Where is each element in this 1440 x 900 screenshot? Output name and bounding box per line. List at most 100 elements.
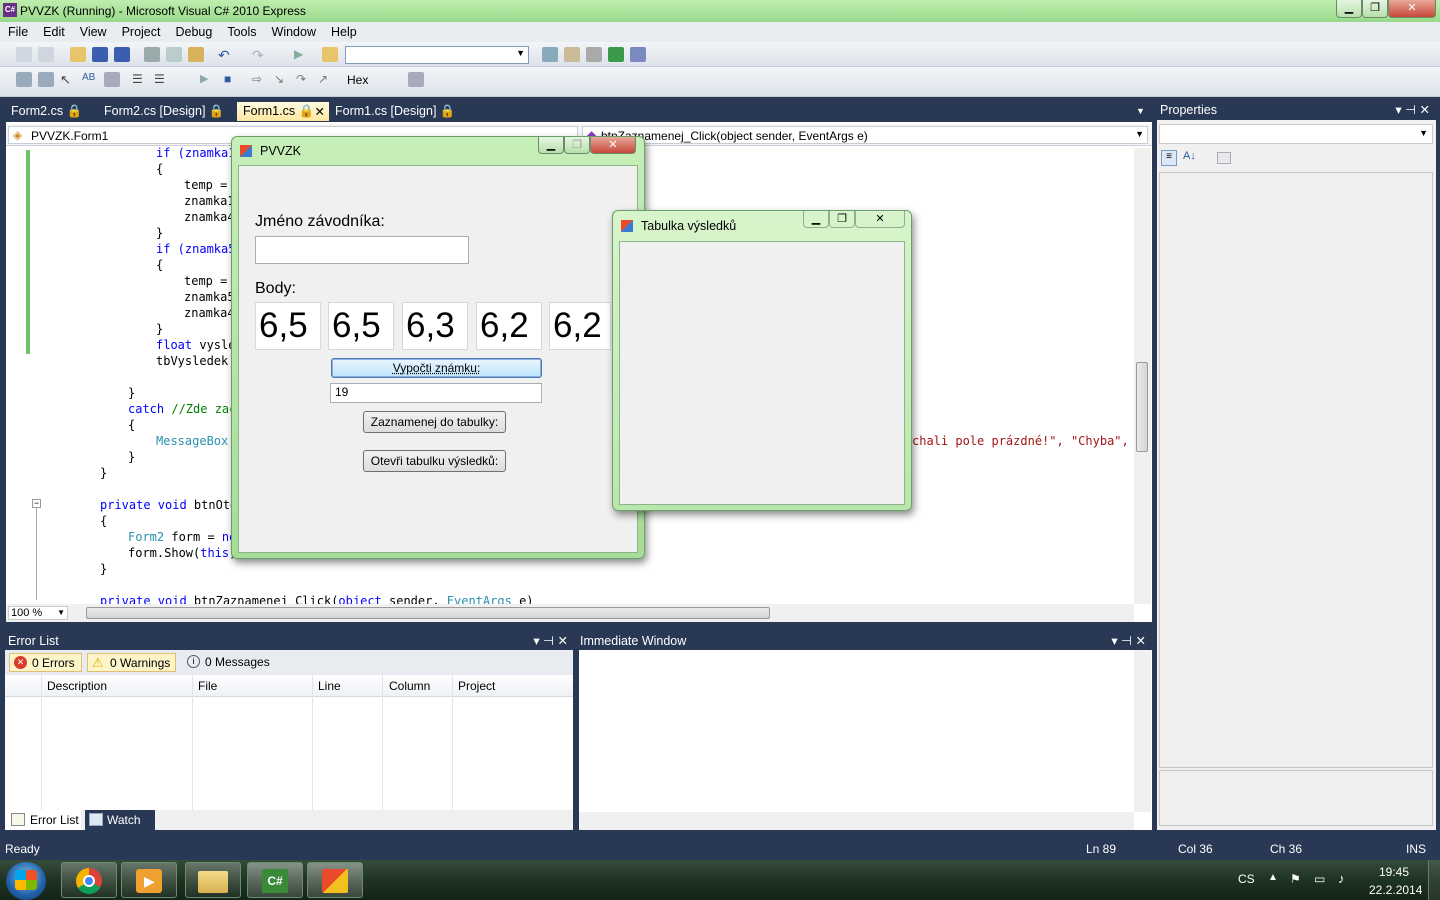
member-dropdown[interactable]: ◆ btnZaznamenej_Click(object sender, Even… [582,126,1148,144]
maximize-button[interactable]: ❐ [1362,0,1388,18]
form2-minimize-button[interactable]: ▁ [803,211,829,228]
warnings-filter-button[interactable]: ⚠ 0 Warnings [87,653,176,672]
extension-manager-icon[interactable] [630,47,646,62]
menu-tools[interactable]: Tools [219,22,263,39]
language-indicator[interactable]: CS [1238,872,1255,886]
score-input-1[interactable]: 6,5 [255,302,321,350]
score-input-3[interactable]: 6,3 [402,302,468,350]
comment-icon[interactable]: ☰ [132,72,148,87]
menu-project[interactable]: Project [114,22,168,39]
paste-icon[interactable] [188,47,204,62]
network-icon[interactable]: ▭ [1314,872,1325,886]
form1-maximize-button[interactable]: ❐ [564,137,590,154]
redo-icon[interactable]: ↷ [252,47,268,63]
step-out-icon[interactable]: ↗ [318,72,334,87]
taskbar-explorer[interactable] [185,862,241,898]
tab-form2-cs[interactable]: Form2.cs 🔒 [5,102,88,121]
immediate-hscrollbar[interactable] [579,812,1134,830]
open-folder-icon[interactable] [70,47,86,62]
volume-icon[interactable]: ♪ [1338,871,1345,886]
tab-watch[interactable]: Watch [85,810,155,830]
calculate-score-button[interactable]: Vypočti známku: [331,358,542,378]
menu-file[interactable]: File [0,22,35,39]
minimize-button[interactable]: ▁ [1336,0,1362,18]
score-input-2[interactable]: 6,5 [328,302,394,350]
save-icon[interactable] [92,47,108,62]
close-tab-icon[interactable]: ✕ [315,104,325,119]
taskbar-pvvzk-app[interactable] [307,862,363,898]
zoom-combobox[interactable]: 100 % ▼ [8,606,68,620]
action-center-icon[interactable]: ⚑ [1290,872,1301,886]
start-button[interactable] [6,862,46,900]
save-to-table-button[interactable]: Zaznamenej do tabulky: [363,411,506,433]
text-editor-icon-2[interactable] [38,72,54,87]
errors-filter-button[interactable]: ✕ 0 Errors [9,653,82,672]
step-into-icon[interactable]: ↘ [274,72,290,87]
properties-grid[interactable] [1159,172,1433,768]
tab-form1-cs[interactable]: Form1.cs 🔒 ✕ [237,102,329,121]
new-project-icon[interactable] [16,47,32,62]
editor-horizontal-scrollbar[interactable]: 100 % ▼ [6,604,1134,622]
list-members-icon[interactable] [104,72,120,87]
clock-date[interactable]: 22.2.2014 [1369,883,1422,897]
form1-close-button[interactable]: ✕ [590,137,636,154]
undo-icon[interactable]: ↶ [218,47,234,63]
uncomment-icon[interactable]: ☰ [154,72,170,87]
hex-toggle[interactable]: Hex [347,73,368,87]
error-list-window-controls[interactable]: ▾ ⊣ ✕ [533,633,568,648]
breakpoints-icon[interactable] [408,72,424,87]
column-description[interactable]: Description [47,679,107,693]
menu-debug[interactable]: Debug [167,22,219,39]
tab-form2-design[interactable]: Form2.cs [Design] 🔒 [98,102,230,121]
find-in-files-icon[interactable] [322,47,338,62]
text-editor-icon-1[interactable] [16,72,32,87]
column-column[interactable]: Column [389,679,430,693]
properties-window-controls[interactable]: ▾ ⊣ ✕ [1395,102,1430,117]
immediate-vscrollbar[interactable] [1134,650,1151,812]
tab-dropdown-icon[interactable]: ▼ [1136,106,1145,116]
immediate-window-controls[interactable]: ▾ ⊣ ✕ [1111,633,1146,648]
taskbar-chrome[interactable] [61,862,117,898]
menu-help[interactable]: Help [323,22,364,39]
menu-view[interactable]: View [72,22,114,39]
show-desktop-button[interactable] [1428,860,1440,900]
column-project[interactable]: Project [458,679,495,693]
open-results-table-button[interactable]: Otevři tabulku výsledků: [363,450,506,472]
word-wrap-icon[interactable]: AB [82,72,98,87]
immediate-window[interactable] [579,650,1152,830]
properties-window-icon[interactable] [564,47,580,62]
vertical-scroll-thumb[interactable] [1136,362,1148,452]
horizontal-scroll-thumb[interactable] [86,607,770,619]
cut-icon[interactable] [144,47,160,62]
cursor-icon[interactable]: ↖ [60,72,76,87]
start-debug-icon[interactable]: ▶ [294,47,310,62]
editor-vertical-scrollbar[interactable] [1134,148,1151,604]
column-file[interactable]: File [198,679,217,693]
show-hidden-icons[interactable]: ▲ [1268,872,1278,883]
messages-filter-button[interactable]: i 0 Messages [181,653,271,672]
find-combobox[interactable]: ▼ [345,46,529,64]
form2-close-button[interactable]: ✕ [855,211,905,228]
clock-time[interactable]: 19:45 [1379,865,1409,879]
categorized-icon[interactable]: ≡ [1161,150,1177,166]
copy-icon[interactable] [166,47,182,62]
save-all-icon[interactable] [114,47,130,62]
property-pages-icon[interactable] [1217,152,1231,164]
form1-minimize-button[interactable]: ▁ [538,137,564,154]
tab-form1-design[interactable]: Form1.cs [Design] 🔒 [329,102,461,121]
toolbox-icon[interactable] [586,47,602,62]
start-page-icon[interactable] [608,47,624,62]
solution-explorer-icon[interactable] [542,47,558,62]
continue-icon[interactable]: ▶ [200,72,216,87]
show-next-statement-icon[interactable]: ⇨ [252,72,268,87]
menu-edit[interactable]: Edit [35,22,72,39]
taskbar-media-player[interactable]: ▶ [121,862,177,898]
step-over-icon[interactable]: ↷ [296,72,312,87]
close-button[interactable]: ✕ [1388,0,1436,18]
result-textbox[interactable]: 19 [330,383,542,403]
column-line[interactable]: Line [318,679,341,693]
name-input[interactable] [255,236,469,264]
properties-object-combobox[interactable]: ▼ [1159,124,1433,144]
score-input-5[interactable]: 6,2 [549,302,611,350]
alphabetical-icon[interactable]: A↓ [1183,150,1196,162]
